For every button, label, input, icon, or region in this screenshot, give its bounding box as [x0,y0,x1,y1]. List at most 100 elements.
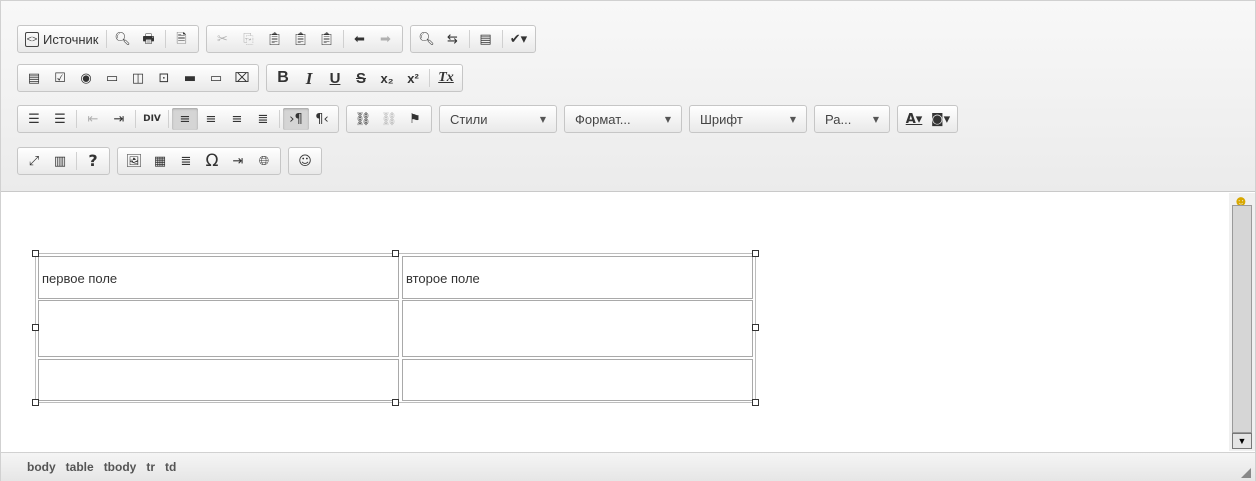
find-icon[interactable]: 🔍︎ [414,28,440,50]
horizontal-rule-icon[interactable]: ≣ [173,150,199,172]
table-cell[interactable] [38,300,399,357]
resize-handle[interactable] [32,324,39,331]
toolbar-row-4: ⤢ ▥ ? 🖼︎ ▦ ≣ Ω ⇥ 🌐︎ ☺ [17,146,329,176]
separator [76,152,77,170]
templates-icon[interactable]: 🗎 [169,28,195,50]
scroll-down-icon[interactable]: ▼ [1232,433,1252,449]
table-cell[interactable] [402,300,753,357]
resize-handle[interactable] [392,399,399,406]
ltr-icon[interactable]: ›¶ [283,108,309,130]
table-cell[interactable]: второе поле [402,256,753,299]
bulleted-list-icon[interactable]: ☰ [47,108,73,130]
numbered-list-icon[interactable]: ☰ [21,108,47,130]
content-table[interactable]: первое поле второе поле [35,253,756,403]
subscript-button[interactable]: x₂ [374,67,400,89]
paste-icon[interactable]: 📋︎ [262,28,288,50]
anchor-icon[interactable]: ⚑ [402,108,428,130]
path-item-tbody[interactable]: tbody [104,460,137,474]
special-char-button[interactable]: Ω [199,150,225,172]
resize-handle[interactable] [752,250,759,257]
vertical-scrollbar[interactable]: ☻ ▼ [1229,193,1255,451]
rtl-icon[interactable]: ¶‹ [309,108,335,130]
hidden-field-icon[interactable]: ⌧ [229,67,255,89]
strike-button[interactable]: S [348,67,374,89]
table-icon[interactable]: ▦ [147,150,173,172]
replace-icon[interactable]: ⇆ [440,28,466,50]
chevron-down-icon: ▼ [539,114,546,124]
spellcheck-icon[interactable]: ✔▾ [506,28,532,50]
redo-icon[interactable]: ➡ [373,28,399,50]
resize-handle[interactable] [32,399,39,406]
copy-icon[interactable]: ⎘ [236,28,262,50]
styles-label: Стили [450,111,488,127]
link-icon[interactable]: ⛓ [350,108,376,130]
separator [105,30,107,48]
select-icon[interactable]: ⊡ [151,67,177,89]
paste-text-icon[interactable]: 📋︎ [288,28,314,50]
textfield-icon[interactable]: ▭ [99,67,125,89]
select-all-icon[interactable]: ▤ [473,28,499,50]
form-icon[interactable]: ▤ [21,67,47,89]
styles-dropdown[interactable]: Стили ▼ [439,105,557,133]
superscript-button[interactable]: x² [400,67,426,89]
path-item-td[interactable]: td [165,460,176,474]
preview-icon[interactable]: 🔍︎ [110,28,136,50]
radio-icon[interactable]: ◉ [73,67,99,89]
font-dropdown[interactable]: Шрифт ▼ [689,105,807,133]
button-icon[interactable]: ▬ [177,67,203,89]
page-break-icon[interactable]: ⇥ [225,150,251,172]
align-center-icon[interactable]: ≡ [198,108,224,130]
show-blocks-icon[interactable]: ▥ [47,150,73,172]
maximize-icon[interactable]: ⤢ [21,150,47,172]
resize-handle[interactable] [752,324,759,331]
indent-icon[interactable]: ⇥ [106,108,132,130]
div-button[interactable]: DIV [139,108,165,130]
toolbar-row-1: <>Источник 🔍︎ 🖶 🗎 ✂ ⎘ 📋︎ 📋︎ 📋︎ ⬅ ➡ 🔍︎ ⇆ [17,24,543,54]
checkbox-icon[interactable]: ☑ [47,67,73,89]
separator [135,110,136,128]
source-button[interactable]: <> Источник [21,28,103,50]
editor-content[interactable]: первое поле второе поле [1,193,1229,451]
scrollbar-thumb[interactable] [1232,205,1252,433]
align-left-icon[interactable]: ≡ [172,108,198,130]
textarea-icon[interactable]: ◫ [125,67,151,89]
paste-word-icon[interactable]: 📋︎ [314,28,340,50]
toolbar-row-2: ▤ ☑ ◉ ▭ ◫ ⊡ ▬ ▭ ⌧ B I U S x₂ x² Tx [17,63,470,93]
resize-grip-icon[interactable] [1241,468,1251,478]
align-right-icon[interactable]: ≡ [224,108,250,130]
table-cell[interactable]: первое поле [38,256,399,299]
font-label: Шрифт [700,111,743,127]
remove-format-button[interactable]: Tx [433,67,459,89]
path-item-body[interactable]: body [27,460,56,474]
outdent-icon[interactable]: ⇤ [80,108,106,130]
smiley-group: ☺ [288,147,322,175]
cut-icon[interactable]: ✂ [210,28,236,50]
iframe-icon[interactable]: 🌐︎ [251,150,277,172]
resize-handle[interactable] [752,399,759,406]
resize-handle[interactable] [392,250,399,257]
format-label: Формат... [575,111,631,127]
unlink-icon[interactable]: ⛓ [376,108,402,130]
smiley-icon[interactable]: ☺ [292,150,318,172]
bold-button[interactable]: B [270,67,296,89]
path-item-table[interactable]: table [66,460,94,474]
table-cell[interactable] [402,359,753,401]
about-button[interactable]: ? [80,150,106,172]
text-color-icon[interactable]: A▾ [901,108,927,130]
table-cell[interactable] [38,359,399,401]
resize-handle[interactable] [32,250,39,257]
print-icon[interactable]: 🖶 [136,28,162,50]
separator [429,69,430,87]
separator [168,110,169,128]
image-icon[interactable]: 🖼︎ [121,150,147,172]
background-color-icon[interactable]: ◙▾ [927,108,954,130]
format-dropdown[interactable]: Формат... ▼ [564,105,682,133]
italic-button[interactable]: I [296,67,322,89]
justify-icon[interactable]: ≣ [250,108,276,130]
path-item-tr[interactable]: tr [146,460,155,474]
underline-button[interactable]: U [322,67,348,89]
size-dropdown[interactable]: Ра... ▼ [814,105,890,133]
undo-icon[interactable]: ⬅ [347,28,373,50]
source-label: Источник [43,31,99,47]
image-button-icon[interactable]: ▭ [203,67,229,89]
